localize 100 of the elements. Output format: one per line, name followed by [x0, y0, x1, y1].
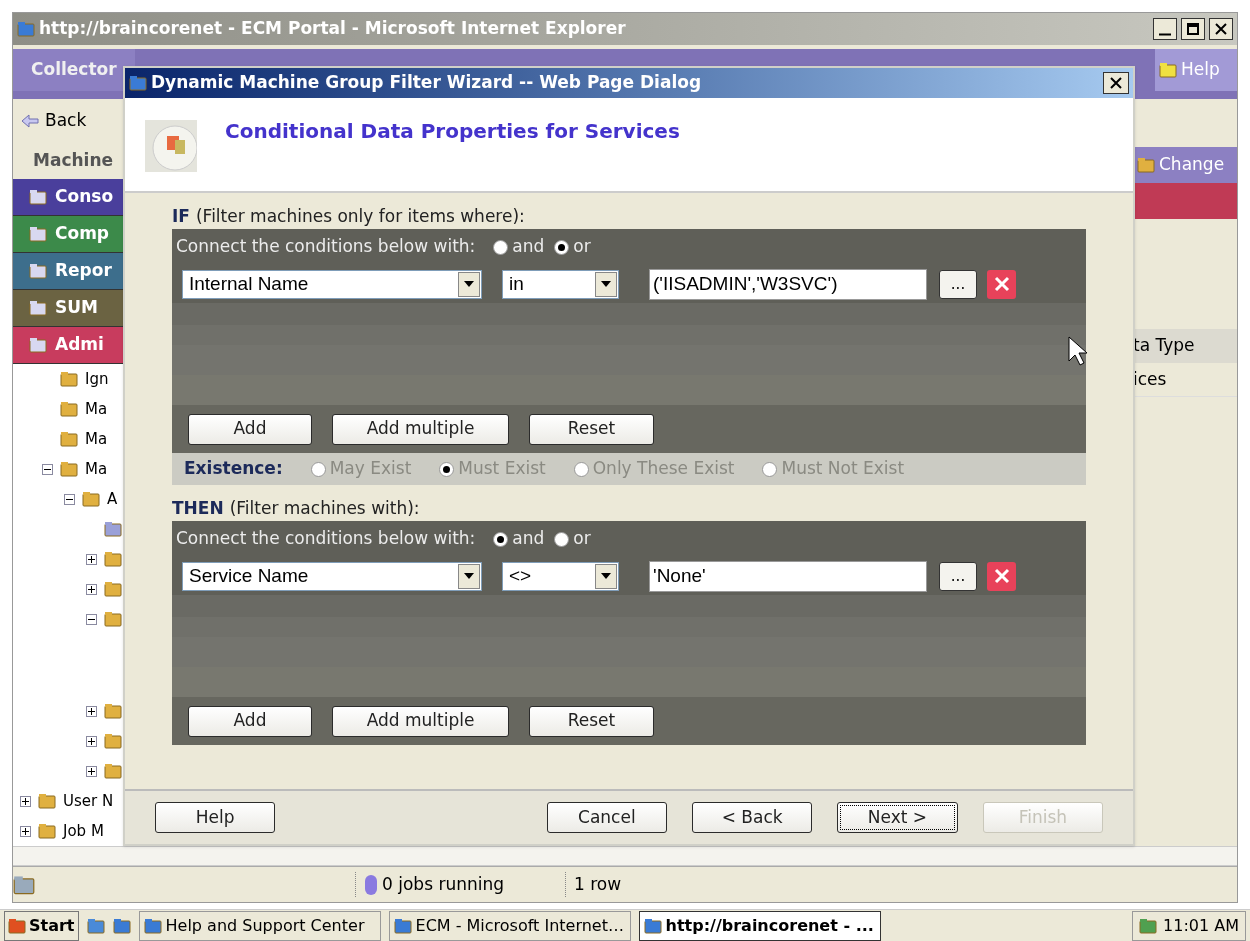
caret-icon [464, 281, 474, 287]
nav-bar[interactable]: Repor [13, 253, 126, 290]
maximize-button[interactable] [1181, 18, 1205, 40]
delete-icon[interactable] [987, 561, 1016, 591]
button[interactable]: Next > [837, 802, 958, 833]
nav-bar[interactable]: Conso [13, 179, 126, 216]
maximize-icon [1187, 23, 1199, 35]
tree-item[interactable]: Ign [85, 367, 109, 391]
radio-button[interactable] [310, 461, 326, 477]
radio-button[interactable] [554, 239, 570, 255]
jobs-icon [364, 873, 378, 896]
minimize-icon [1159, 32, 1171, 36]
section-label: THEN [172, 497, 224, 521]
section-title: Machine [32, 149, 115, 173]
folder-icon [1137, 156, 1155, 174]
tree-item[interactable]: Ma [85, 457, 108, 481]
caret-icon [601, 573, 611, 579]
expand-toggle[interactable] [86, 583, 97, 595]
start-button[interactable]: Start [4, 910, 79, 941]
existence-label: Existence: [184, 457, 283, 481]
back-link[interactable]: Back [13, 99, 126, 143]
folder-icon [60, 430, 78, 448]
caret-icon [601, 281, 611, 287]
caret-icon [464, 573, 474, 579]
folder-icon [38, 822, 56, 840]
radio-button[interactable] [762, 461, 778, 477]
section-label: IF [172, 205, 190, 229]
collapse-toggle[interactable] [42, 463, 53, 475]
radio-button[interactable] [493, 531, 509, 547]
field-dropdown[interactable]: Internal Name [182, 269, 482, 299]
expand-toggle[interactable] [86, 705, 97, 717]
radio-label: or [573, 527, 591, 551]
taskbar-button[interactable]: http://braincorenet - ... [638, 910, 881, 941]
expand-toggle[interactable] [86, 735, 97, 747]
radio-button[interactable] [439, 461, 455, 477]
horizontal-scrollbar[interactable] [13, 846, 1237, 866]
button[interactable]: Help [155, 802, 276, 833]
folder-icon [104, 702, 122, 720]
plus-icon [22, 797, 29, 805]
expand-toggle[interactable] [20, 825, 31, 837]
radio-label: Must Exist [458, 457, 546, 481]
browse-button[interactable]: ... [939, 269, 977, 299]
radio-button[interactable] [493, 239, 509, 255]
close-button[interactable] [1209, 18, 1233, 40]
operator-dropdown[interactable]: <> [502, 561, 619, 591]
dialog-title: Dynamic Machine Group Filter Wizard -- Web Page Dialog [151, 71, 703, 95]
mouse-cursor-icon [1068, 336, 1088, 366]
value-field[interactable]: 'None' [649, 560, 927, 592]
nav-bar[interactable]: Admi [13, 327, 126, 364]
folder-icon [60, 460, 78, 478]
tree-item[interactable]: User N [63, 789, 114, 813]
nav-bar[interactable]: Comp [13, 216, 126, 253]
button[interactable]: Reset [529, 705, 654, 737]
expand-toggle[interactable] [86, 553, 97, 565]
tree-item[interactable]: Job M [63, 819, 104, 843]
value-field[interactable]: ('IISADMIN','W3SVC') [649, 268, 927, 300]
radio-label: and [512, 527, 545, 551]
row-count: 1 row [565, 871, 622, 898]
close-icon [1110, 77, 1122, 89]
button[interactable]: Add multiple [332, 413, 509, 445]
collapse-toggle[interactable] [64, 493, 75, 505]
radio-button[interactable] [573, 461, 589, 477]
operator-dropdown[interactable]: in [502, 269, 619, 299]
tree-item[interactable]: Ma [85, 427, 108, 451]
nav-bar[interactable]: SUM [13, 290, 126, 327]
radio-button[interactable] [554, 531, 570, 547]
field-dropdown[interactable]: Service Name [182, 561, 482, 591]
button[interactable]: Add [188, 705, 312, 737]
minimize-button[interactable] [1153, 18, 1177, 40]
plus-icon [22, 827, 29, 835]
taskbar-button[interactable]: Help and Support Center [138, 910, 381, 941]
tree-item[interactable]: A [107, 487, 118, 511]
jobs-status: 0 jobs running [355, 871, 565, 898]
folder-icon [104, 762, 122, 780]
button[interactable]: Add multiple [332, 705, 509, 737]
section-hint: (Filter machines with): [229, 497, 420, 521]
browse-button[interactable]: ... [939, 561, 977, 591]
delete-icon[interactable] [987, 269, 1016, 299]
taskbar-button[interactable]: ECM - Microsoft Internet… [388, 910, 631, 941]
folder-icon [60, 370, 78, 388]
plus-icon [88, 585, 95, 593]
section-hint: (Filter machines only for items where): [195, 205, 525, 229]
close-button[interactable] [1103, 72, 1129, 94]
folder-icon [104, 732, 122, 750]
tree-item[interactable]: Ma [85, 397, 108, 421]
button[interactable]: Reset [529, 413, 654, 445]
button[interactable]: Add [188, 413, 312, 445]
radio-label: Must Not Exist [781, 457, 905, 481]
button[interactable]: < Back [692, 802, 813, 833]
radio-label: Only These Exist [592, 457, 735, 481]
plus-icon [88, 707, 95, 715]
radio-label: or [573, 235, 591, 259]
expand-toggle[interactable] [86, 765, 97, 777]
folder-icon [104, 550, 122, 568]
button[interactable]: Cancel [546, 802, 667, 833]
expand-toggle[interactable] [20, 795, 31, 807]
plus-icon [88, 555, 95, 563]
collapse-toggle[interactable] [86, 613, 97, 625]
change-button[interactable]: Change [1133, 147, 1237, 183]
folder-icon [104, 610, 122, 628]
